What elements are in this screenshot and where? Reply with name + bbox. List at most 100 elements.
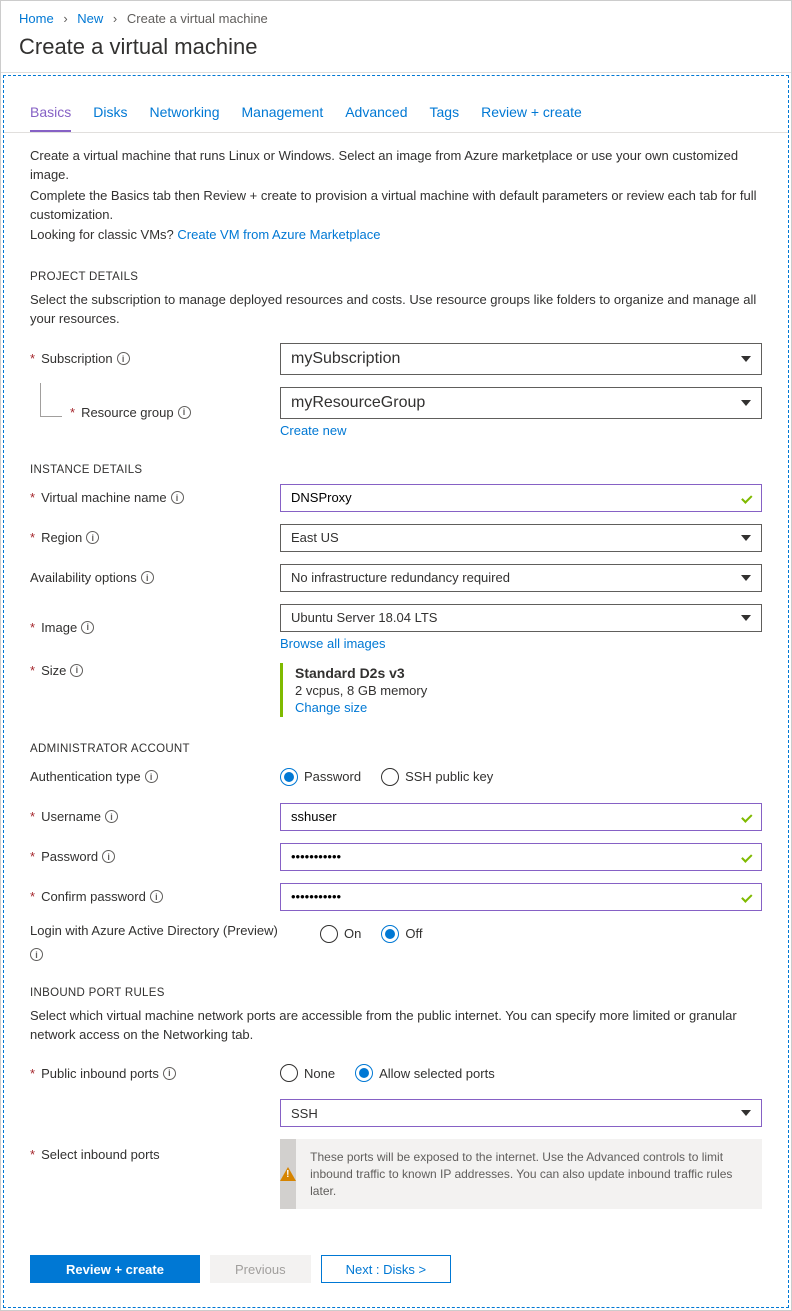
- breadcrumb: Home › New › Create a virtual machine: [1, 1, 791, 34]
- info-icon[interactable]: i: [141, 571, 154, 584]
- info-icon[interactable]: i: [81, 621, 94, 634]
- warning-icon: [280, 1167, 296, 1181]
- input-vm-name[interactable]: [280, 484, 762, 512]
- radio-aad-off[interactable]: Off: [381, 925, 422, 943]
- required-icon: *: [30, 849, 35, 864]
- link-change-size[interactable]: Change size: [295, 700, 367, 715]
- tab-basics[interactable]: Basics: [30, 104, 71, 132]
- breadcrumb-home[interactable]: Home: [19, 11, 54, 26]
- tab-advanced[interactable]: Advanced: [345, 104, 407, 132]
- label-vm-name: Virtual machine name: [41, 490, 167, 505]
- radio-icon: [320, 925, 338, 943]
- required-icon: *: [30, 490, 35, 505]
- label-region: Region: [41, 530, 82, 545]
- breadcrumb-current: Create a virtual machine: [127, 11, 268, 26]
- size-sub: 2 vcpus, 8 GB memory: [295, 683, 762, 698]
- tab-disks[interactable]: Disks: [93, 104, 127, 132]
- label-username: Username: [41, 809, 101, 824]
- check-icon: [739, 810, 753, 824]
- warning-text: These ports will be exposed to the inter…: [296, 1139, 762, 1209]
- chevron-right-icon: ›: [113, 11, 117, 26]
- radio-icon: [280, 768, 298, 786]
- tab-tags[interactable]: Tags: [430, 104, 460, 132]
- info-icon[interactable]: i: [117, 352, 130, 365]
- select-availability[interactable]: No infrastructure redundancy required: [280, 564, 762, 592]
- section-instance-head: INSTANCE DETAILS: [30, 464, 762, 476]
- radio-auth-password[interactable]: Password: [280, 768, 361, 786]
- check-icon: [739, 491, 753, 505]
- label-confirm-password: Confirm password: [41, 889, 146, 904]
- radio-aad-on[interactable]: On: [320, 925, 361, 943]
- intro-text-1: Create a virtual machine that runs Linux…: [30, 147, 762, 185]
- info-icon[interactable]: i: [86, 531, 99, 544]
- radio-icon: [280, 1064, 298, 1082]
- section-project-desc: Select the subscription to manage deploy…: [30, 291, 762, 329]
- button-previous: Previous: [210, 1255, 311, 1283]
- radio-ports-none[interactable]: None: [280, 1064, 335, 1082]
- intro-text-3: Looking for classic VMs? Create VM from …: [30, 226, 762, 245]
- breadcrumb-new[interactable]: New: [77, 11, 103, 26]
- label-aad-login: Login with Azure Active Directory (Previ…: [30, 923, 278, 938]
- info-icon[interactable]: i: [178, 406, 191, 419]
- page-title: Create a virtual machine: [1, 34, 791, 72]
- info-icon[interactable]: i: [150, 890, 163, 903]
- link-browse-images[interactable]: Browse all images: [280, 636, 386, 651]
- select-inbound-ports[interactable]: SSH: [280, 1099, 762, 1127]
- button-review-create[interactable]: Review + create: [30, 1255, 200, 1283]
- info-icon[interactable]: i: [163, 1067, 176, 1080]
- tab-management[interactable]: Management: [242, 104, 324, 132]
- info-icon[interactable]: i: [70, 664, 83, 677]
- footer-bar: Review + create Previous Next : Disks >: [4, 1241, 788, 1297]
- radio-icon: [381, 768, 399, 786]
- input-password[interactable]: [280, 843, 762, 871]
- check-icon: [739, 890, 753, 904]
- radio-ports-allow[interactable]: Allow selected ports: [355, 1064, 495, 1082]
- link-create-new-rg[interactable]: Create new: [280, 423, 346, 438]
- tab-networking[interactable]: Networking: [149, 104, 219, 132]
- input-username[interactable]: [280, 803, 762, 831]
- label-resource-group: Resource group: [81, 405, 174, 420]
- select-resource-group[interactable]: myResourceGroup: [280, 387, 762, 419]
- label-subscription: Subscription: [41, 351, 113, 366]
- required-icon: *: [30, 663, 35, 678]
- label-image: Image: [41, 620, 77, 635]
- size-display: Standard D2s v3 2 vcpus, 8 GB memory Cha…: [280, 663, 762, 717]
- label-password: Password: [41, 849, 98, 864]
- required-icon: *: [30, 620, 35, 635]
- chevron-down-icon: [741, 400, 751, 406]
- button-next-disks[interactable]: Next : Disks >: [321, 1255, 452, 1283]
- section-admin-head: ADMINISTRATOR ACCOUNT: [30, 743, 762, 755]
- intro-text-2: Complete the Basics tab then Review + cr…: [30, 187, 762, 225]
- info-icon[interactable]: i: [171, 491, 184, 504]
- label-auth-type: Authentication type: [30, 769, 141, 784]
- section-ports-head: INBOUND PORT RULES: [30, 987, 762, 999]
- required-icon: *: [30, 351, 35, 366]
- input-confirm-password[interactable]: [280, 883, 762, 911]
- radio-auth-ssh[interactable]: SSH public key: [381, 768, 493, 786]
- chevron-right-icon: ›: [63, 11, 67, 26]
- info-icon[interactable]: i: [105, 810, 118, 823]
- radio-icon: [355, 1064, 373, 1082]
- select-subscription[interactable]: mySubscription: [280, 343, 762, 375]
- chevron-down-icon: [741, 535, 751, 541]
- chevron-down-icon: [741, 575, 751, 581]
- info-icon[interactable]: i: [30, 948, 43, 961]
- radio-icon: [381, 925, 399, 943]
- select-region[interactable]: East US: [280, 524, 762, 552]
- required-icon: *: [30, 889, 35, 904]
- size-title: Standard D2s v3: [295, 665, 762, 681]
- required-icon: *: [30, 530, 35, 545]
- check-icon: [739, 850, 753, 864]
- tab-review[interactable]: Review + create: [481, 104, 582, 132]
- label-availability: Availability options: [30, 570, 137, 585]
- section-ports-desc: Select which virtual machine network por…: [30, 1007, 762, 1045]
- info-icon[interactable]: i: [102, 850, 115, 863]
- link-marketplace[interactable]: Create VM from Azure Marketplace: [177, 227, 380, 242]
- tabs: Basics Disks Networking Management Advan…: [4, 76, 788, 133]
- required-icon: *: [30, 1147, 35, 1162]
- chevron-down-icon: [741, 615, 751, 621]
- chevron-down-icon: [741, 1110, 751, 1116]
- info-icon[interactable]: i: [145, 770, 158, 783]
- warning-box: These ports will be exposed to the inter…: [280, 1139, 762, 1209]
- select-image[interactable]: Ubuntu Server 18.04 LTS: [280, 604, 762, 632]
